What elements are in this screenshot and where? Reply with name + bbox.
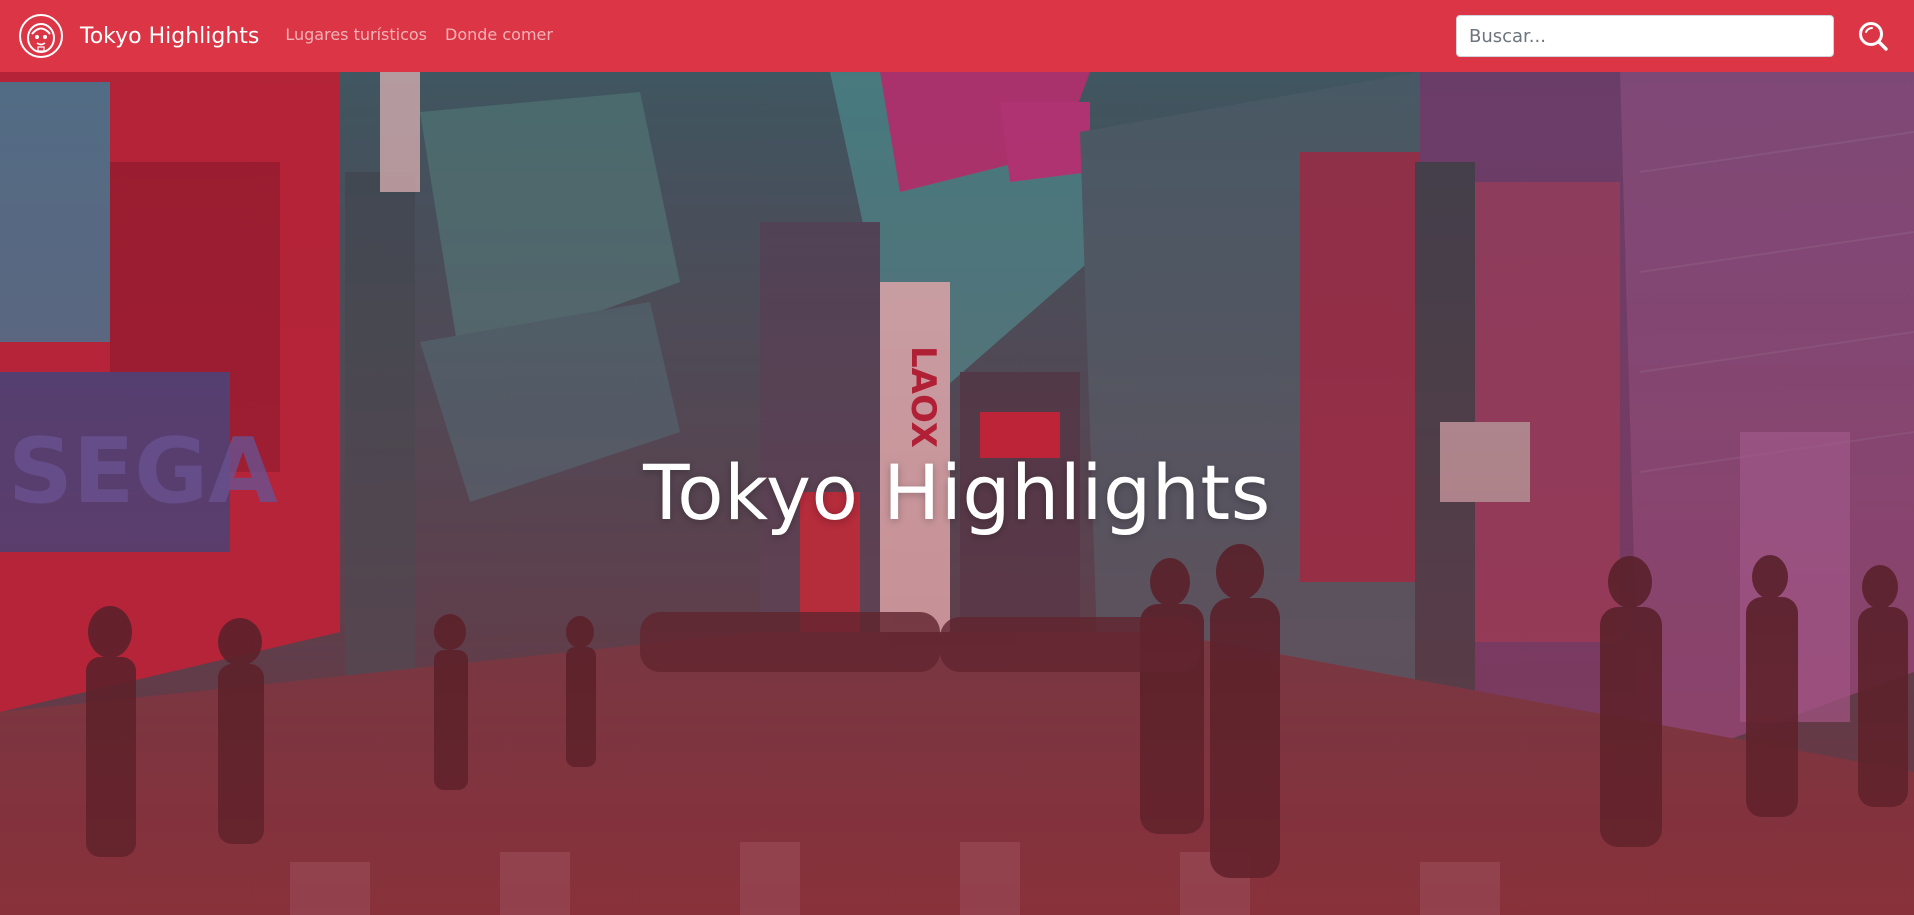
search-icon: [1859, 22, 1888, 51]
nav-links: Lugares turísticos Donde comer: [285, 25, 553, 44]
hero-section: SEGA LAOX: [0, 72, 1914, 915]
daruma-logo-icon[interactable]: [18, 13, 64, 59]
nav-link-donde-comer[interactable]: Donde comer: [445, 25, 553, 44]
search-button[interactable]: [1856, 19, 1890, 53]
hero-title: Tokyo Highlights: [643, 448, 1271, 537]
brand-title[interactable]: Tokyo Highlights: [80, 24, 259, 49]
nav-link-lugares-turisticos[interactable]: Lugares turísticos: [285, 25, 427, 44]
top-navbar: Tokyo Highlights Lugares turísticos Dond…: [0, 0, 1914, 72]
search-input[interactable]: [1456, 15, 1834, 57]
